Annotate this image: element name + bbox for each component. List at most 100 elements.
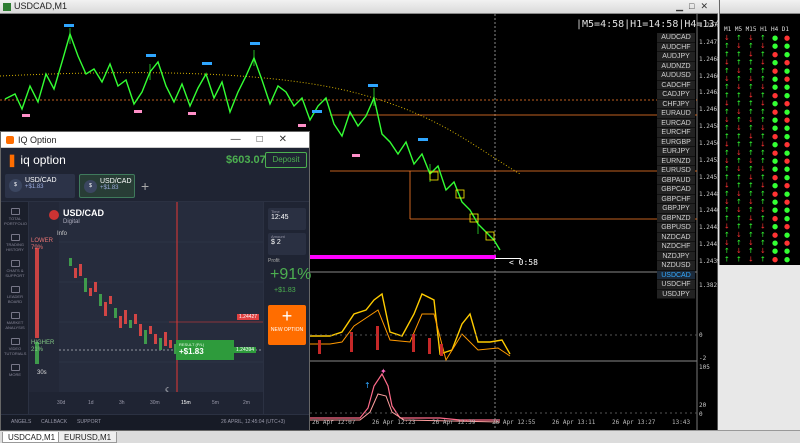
iq-option-window[interactable]: IQ Option —□✕ ❚ iq option $603.07 Deposi… [0,131,311,431]
nav-item-leader-board[interactable]: LEADER BOARD [4,286,26,304]
pair-button-gbpcad[interactable]: GBPCAD [657,185,695,195]
signal-up-arrow-icon: ↑ [736,50,742,58]
signal-down-arrow-icon: ● [772,231,778,239]
nav-item-trading-history[interactable]: TRADING HISTORY [4,234,26,252]
pair-button-eurnzd[interactable]: EURNZD [657,156,695,166]
pair-button-audusd[interactable]: AUDUSD [657,71,695,81]
timeframe-2m[interactable]: 2m [243,400,250,406]
account-balance[interactable]: $603.07 [226,154,266,166]
signal-up-arrow-icon: ↑ [724,42,730,50]
pair-button-audchf[interactable]: AUDCHF [657,42,695,52]
candle [139,324,142,336]
candle [169,340,172,348]
pair-button-eurchf[interactable]: EURCHF [657,128,695,138]
signals-panel-title-bar[interactable] [720,0,800,14]
higher-label: HIGHER [31,340,55,346]
pair-button-nzdcad[interactable]: NZDCAD [657,232,695,242]
iq-window-controls[interactable]: —□✕ [231,134,303,145]
pair-button-usdchf[interactable]: USDCHF [657,280,695,290]
bar-countdown: < 0:58 [509,258,538,267]
nav-item-more[interactable]: MORE [4,364,26,377]
nav-item-market-analysis[interactable]: MARKET ANALYSIS [4,312,26,330]
pair-button-cadchf[interactable]: CADCHF [657,80,695,90]
signal-up-arrow-icon: ↑ [748,223,754,231]
nav-icon [10,312,20,319]
pair-button-gbpnzd[interactable]: GBPNZD [657,213,695,223]
add-asset-tab-button[interactable]: + [141,178,149,194]
timeframe-1d[interactable]: 1d [88,400,94,406]
pair-button-nzdjpy[interactable]: NZDJPY [657,251,695,261]
amount-field[interactable]: Amount $ 2 [268,233,306,255]
signal-up-arrow-icon: ● [772,100,778,108]
candle [104,302,107,316]
signal-down-arrow-icon: ↓ [748,91,754,99]
candle [149,326,152,334]
pair-button-audcad[interactable]: AUDCAD [657,33,695,43]
pair-button-eurjpy[interactable]: EURJPY [657,147,695,157]
timeframe-3h[interactable]: 3h [119,400,125,406]
candle [129,320,132,328]
iq-title-bar[interactable]: IQ Option —□✕ [1,132,309,148]
candle [89,288,92,296]
timeframe-15m[interactable]: 15m [181,400,191,406]
pair-button-eurgbp[interactable]: EURGBP [657,137,695,147]
asset-info-button[interactable]: Info [57,231,67,237]
asset-tab-2[interactable]: $ USD/CAD +$1.83 [79,174,135,198]
support-button[interactable]: SUPPORT [77,419,101,425]
time-field[interactable]: Time 12:45 [268,208,306,230]
signal-down-arrow-icon: ↓ [724,100,730,108]
new-option-label: NEW OPTION [270,327,304,333]
pair-button-nzdusd[interactable]: NZDUSD [657,261,695,271]
chart-tabs-bar: USDCAD,M1 EURUSD,M1 [0,430,800,443]
signals-panel-window[interactable]: M1 M5 M15 H1 H4 D1 ↓ ↑ ↓ ↑ ● ● ↑ ↓ ↑ ↓ ● ● ↑ ↑ ↓ ↑ ● ● ↓ ↑ ↑… [719,0,800,265]
pair-button-nzdchf[interactable]: NZDCHF [657,242,695,252]
timeframe-30d[interactable]: 30d [57,400,65,406]
signal-down-arrow-icon: ● [784,59,790,67]
nav-label: LEADER BOARD [6,294,23,304]
pair-button-chfjpy[interactable]: CHFJPY [657,99,695,109]
pair-button-eurcad[interactable]: EURCAD [657,118,695,128]
pair-button-gbpchf[interactable]: GBPCHF [657,194,695,204]
pair-button-audnzd[interactable]: AUDNZD [657,61,695,71]
iq-trade-panel: Time 12:45 Amount $ 2 Profit +91% +$1.83… [263,202,311,414]
signal-down-arrow-icon: ● [784,75,790,83]
signal-up-arrow-icon: ↑ [736,214,742,222]
tab-eurusd[interactable]: EURUSD,M1 [58,432,118,443]
pair-button-euraud[interactable]: EURAUD [657,109,695,119]
signal-up-arrow-icon: ● [784,231,790,239]
pair-button-audjpy[interactable]: AUDJPY [657,52,695,62]
iq-trading-chart[interactable]: ☾ USD/CAD Digital Info LOWER 79% HIGHER … [29,202,263,414]
pair-button-gbpusd[interactable]: GBPUSD [657,223,695,233]
nav-item-video-tutorials[interactable]: VIDEO TUTORIALS [4,338,26,356]
signal-down-arrow-icon: ● [784,116,790,124]
status-user[interactable]: ANGELS [11,419,31,425]
iq-brand-text: iq option [20,153,66,167]
signal-up-arrow-icon: ↑ [736,59,742,67]
timeframe-5m[interactable]: 5m [212,400,219,406]
pair-button-gbpaud[interactable]: GBPAUD [657,175,695,185]
asset-tab-1[interactable]: $ USD/CAD +$1.83 [5,174,75,198]
pair-selector-list[interactable]: AUDCAD AUDCHF AUDJPY AUDNZD AUDUSD CADCHF CADJ… [657,33,695,299]
callback-button[interactable]: CALLBACK [41,419,67,425]
pair-button-usdjpy[interactable]: USDJPY [657,289,695,299]
signal-up-arrow-icon: ● [772,223,778,231]
pair-button-cadjpy[interactable]: CADJPY [657,90,695,100]
iq-app-icon [6,136,14,144]
expiry-interval[interactable]: 30s [37,370,47,376]
new-option-button[interactable]: + NEW OPTION [268,305,306,345]
chart-asset-name[interactable]: USD/CAD [63,208,104,218]
nav-item-total-portfolio[interactable]: TOTAL PORTFOLIO [4,208,27,226]
signal-up-arrow-icon: ↑ [736,141,742,149]
pair-button-usdcad[interactable]: USDCAD [657,270,695,280]
pair-button-eurusd[interactable]: EURUSD [657,166,695,176]
signal-up-arrow-icon: ↑ [760,67,766,75]
chart-asset-type: Digital [63,219,80,225]
deposit-button[interactable]: Deposit [265,152,307,168]
tab-usdcad[interactable]: USDCAD,M1 [2,432,62,443]
nav-item-chats-support[interactable]: CHATS & SUPPORT [4,260,26,278]
window-controls[interactable]: ▁□✕ [676,1,714,12]
timeframe-30m[interactable]: 30m [150,400,160,406]
pair-button-gbpjpy[interactable]: GBPJPY [657,204,695,214]
mt4-title-bar[interactable]: USDCAD,M1 ▁□✕ [0,0,718,14]
signal-down-arrow-icon: ↓ [724,239,730,247]
